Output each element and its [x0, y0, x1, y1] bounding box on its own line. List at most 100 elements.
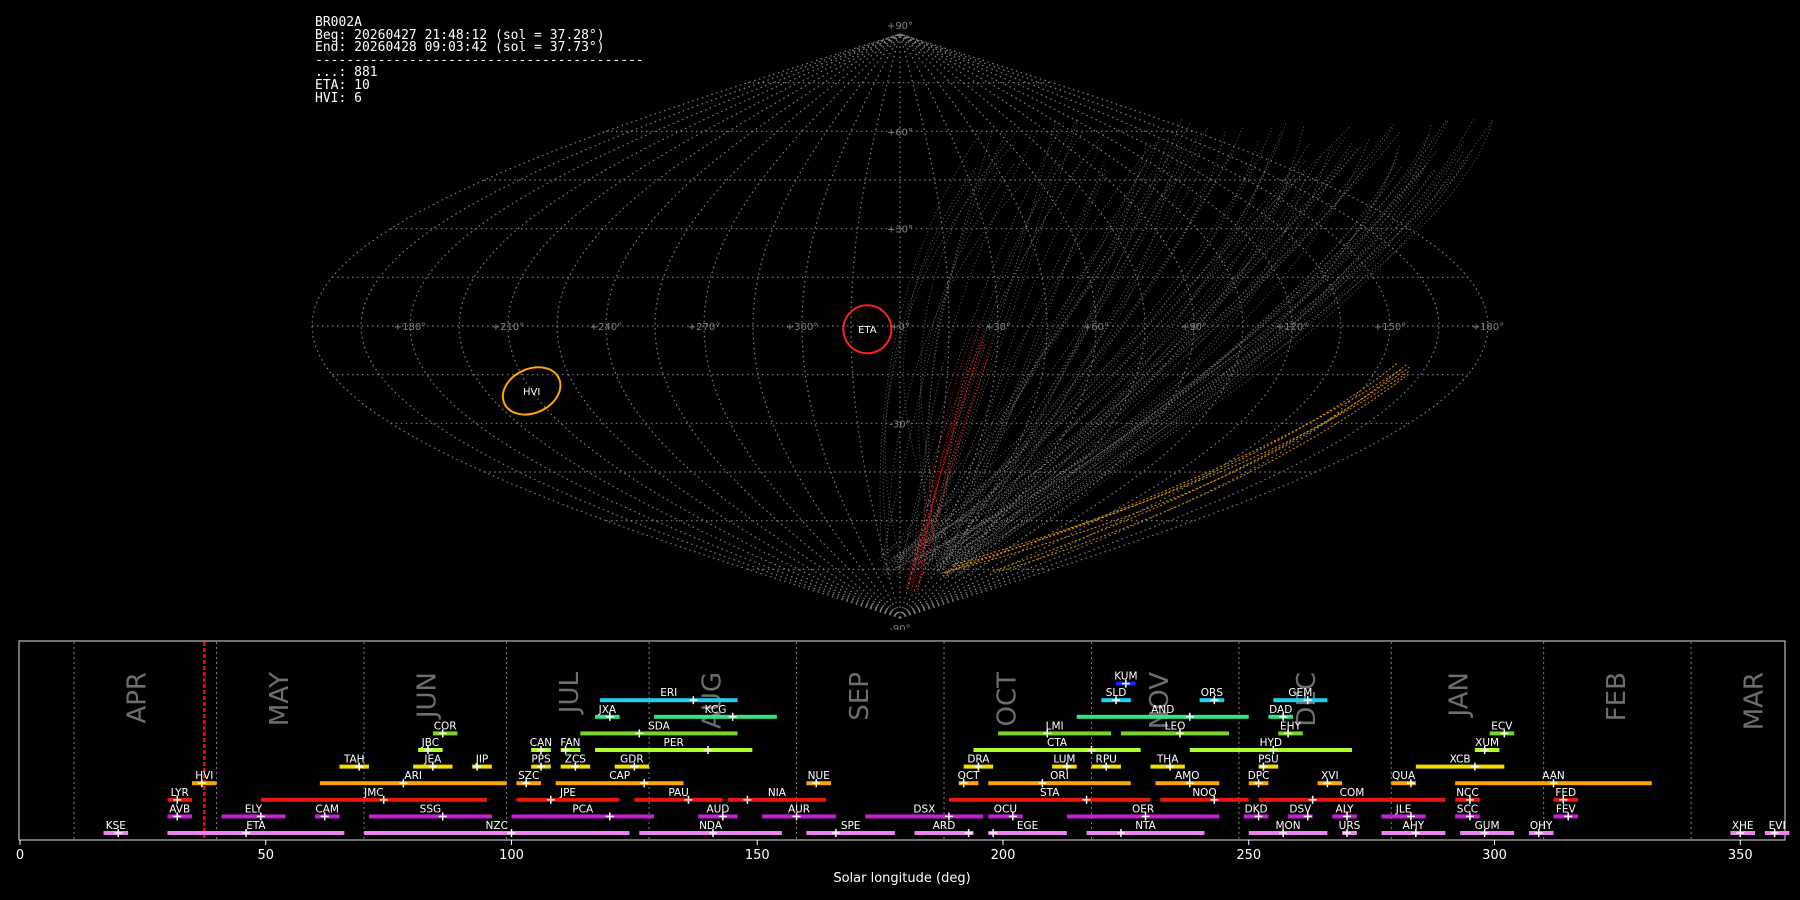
shower-code-label: LMI	[1046, 720, 1064, 732]
meteor-trail	[942, 153, 1398, 559]
shower-code-label: NDA	[699, 820, 723, 832]
shower-code-label: QUA	[1392, 770, 1416, 782]
shower-oct: OCT	[958, 770, 981, 788]
shower-code-label: SZC	[518, 770, 539, 782]
meteor-trail	[920, 133, 1016, 577]
meteor-trail	[895, 123, 1191, 579]
shower-code-label: JIP	[475, 754, 489, 766]
lon-tick-label: +240°	[590, 322, 622, 333]
meteor-trail	[944, 151, 1235, 579]
month-label: MAR	[1739, 672, 1769, 730]
shower-code-label: AUR	[788, 803, 810, 815]
shower-code-label: SLD	[1106, 687, 1127, 699]
shower-code-label: HYD	[1260, 737, 1282, 749]
meteor-trail	[880, 128, 1393, 574]
shower-code-label: DPC	[1248, 770, 1270, 782]
lat-tick-label: -30°	[889, 419, 910, 430]
meteor-trail	[892, 138, 1160, 572]
hvi-trail	[950, 371, 1409, 566]
shower-code-label: JPE	[559, 787, 576, 799]
shower-code-label: KUM	[1114, 671, 1137, 683]
shower-zcs: ZCS	[560, 754, 591, 771]
month-label: JUN	[412, 672, 442, 720]
meteor-trail	[930, 148, 1358, 573]
shower-rpu: RPU	[1091, 754, 1121, 771]
shower-fan: FAN	[560, 737, 581, 754]
lat-tick-label: +30°	[887, 225, 913, 236]
shower-code-label: LUM	[1053, 754, 1075, 766]
shower-dra: DRA	[963, 754, 994, 771]
meteor-trail	[936, 120, 1447, 566]
month-label: OCT	[992, 672, 1022, 727]
meteor-trail	[915, 126, 1305, 571]
shower-code-label: DSX	[913, 803, 935, 815]
month-label: JAN	[1445, 672, 1475, 718]
lon-tick-label: +270°	[688, 322, 720, 333]
meteor-trail	[936, 147, 1361, 562]
shower-code-label: KCG	[705, 704, 727, 716]
meteor-trail	[898, 158, 1270, 561]
shower-timeline-chart: APRMAYJUNJULAUGSEPOCTNOVDECJANFEBMAR KSE…	[16, 640, 1790, 886]
shower-dkd: DKD	[1243, 803, 1269, 821]
shower-aly: ALY	[1332, 803, 1357, 821]
shower-code-label: CTA	[1047, 737, 1068, 749]
shower-code-label: OCU	[994, 803, 1017, 815]
shower-code-label: AVB	[169, 803, 190, 815]
shower-code-label: AND	[1151, 704, 1174, 716]
shower-code-label: FEV	[1556, 803, 1577, 815]
meteor-trail	[919, 164, 1368, 578]
meteor-trail	[900, 161, 1081, 562]
x-tick-label: 200	[991, 848, 1016, 863]
shower-code-label: DKD	[1245, 803, 1268, 815]
meteor-trail	[928, 163, 1003, 573]
lon-tick-label: +90°	[1181, 322, 1207, 333]
shower-code-label: OHY	[1530, 820, 1553, 832]
shower-code-label: CAM	[315, 803, 339, 815]
radiant-label: HVI	[523, 387, 540, 398]
meteor-trail	[942, 162, 1147, 569]
shower-code-label: NIA	[768, 787, 787, 799]
shower-code-label: THA	[1156, 754, 1179, 766]
shower-code-label: PPS	[531, 754, 551, 766]
meteor-trail	[938, 141, 1464, 562]
x-axis-label: Solar longitude (deg)	[833, 871, 970, 886]
meteor-trail	[921, 162, 1256, 565]
month-label: FEB	[1602, 672, 1632, 721]
shower-code-label: PCA	[572, 803, 594, 815]
shower-jxa: JXA	[595, 704, 620, 721]
meteor-trail	[902, 124, 1432, 579]
shower-code-label: FED	[1555, 787, 1576, 799]
shower-ohy: OHY	[1528, 820, 1554, 837]
count-hvi: HVI: 6	[315, 90, 362, 106]
lon-tick-label: +180°	[1472, 322, 1504, 333]
shower-cam: CAM	[314, 803, 340, 821]
shower-code-label: OER	[1132, 803, 1154, 815]
shower-code-label: PSU	[1258, 754, 1279, 766]
shower-code-label: ECV	[1491, 720, 1513, 732]
shower-qua: QUA	[1391, 770, 1416, 788]
shower-code-label: ETA	[246, 820, 266, 832]
month-label: SEP	[845, 672, 875, 721]
meteor-trail	[929, 149, 1149, 561]
shower-code-label: OCT	[958, 770, 981, 782]
shower-code-label: SSG	[420, 803, 441, 815]
shower-code-label: JBC	[421, 737, 439, 749]
shower-code-label: GDR	[620, 754, 644, 766]
shower-fev: FEV	[1553, 803, 1579, 821]
info-panel: BR002A Beg: 20260427 21:48:12 (sol = 37.…	[315, 16, 644, 106]
shower-code-label: CAP	[609, 770, 630, 782]
meteor-trail	[936, 134, 1430, 567]
shower-code-label: DAD	[1269, 704, 1292, 716]
meteor-trail	[934, 127, 1208, 569]
meteor-trail	[952, 137, 1346, 560]
lon-tick-label: +0°	[890, 322, 910, 333]
shower-kum: KUM	[1114, 671, 1138, 688]
shower-code-label: COR	[434, 720, 457, 732]
meteor-trail	[908, 132, 1401, 574]
shower-code-label: GUM	[1475, 820, 1500, 832]
meteor-trail	[946, 145, 1400, 577]
shower-code-label: ARD	[933, 820, 956, 832]
shower-ecv: ECV	[1489, 720, 1515, 738]
shower-code-label: EVI	[1769, 820, 1786, 832]
shower-code-label: XCB	[1450, 754, 1471, 766]
